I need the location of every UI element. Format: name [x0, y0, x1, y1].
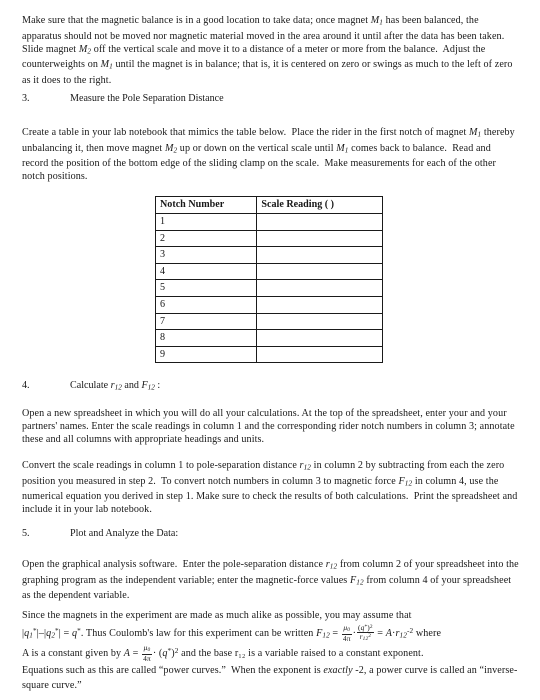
paragraph-intro: Make sure that the magnetic balance is i…	[22, 15, 513, 87]
cell-scale-reading[interactable]	[256, 312, 383, 331]
cell-notch-number: 6	[154, 295, 258, 314]
cell-notch-number: 2	[154, 229, 258, 248]
equation-coulomb-lead: Thus Coulomb's law for this experiment c…	[85, 627, 314, 639]
table-header-row: Notch Number Scale Reading ( )	[154, 196, 383, 214]
cell-notch-number: 8	[154, 329, 258, 347]
section-title-4: Calculate r12 and F12 :	[70, 380, 161, 392]
equation-constant-a: A = μ0 4π · (q*)2	[123, 643, 179, 663]
power-curve-text: Equations such as this are called “power…	[22, 664, 518, 692]
table-header-scale-reading: Scale Reading ( )	[256, 196, 383, 214]
cell-scale-reading[interactable]	[256, 246, 383, 264]
equation-lead-text: Since the magnets in the experiment are …	[22, 610, 412, 621]
equation-coulomb-law: F12 = μ0 4π · (q*)2 r122 = A·r12-2	[316, 622, 414, 643]
table-row: 1	[154, 213, 383, 231]
table-body: 1 2 3 4 5 6 7 8 9	[154, 213, 383, 364]
cell-scale-reading[interactable]	[256, 229, 383, 248]
section-title-5: Plot and Analyze the Data:	[70, 528, 179, 539]
cell-notch-number: 1	[154, 213, 258, 231]
cell-scale-reading[interactable]	[256, 345, 383, 364]
section-heading-4: 4. Calculate r12 and F12 :	[22, 379, 519, 395]
cell-notch-number: 5	[154, 279, 258, 297]
cell-scale-reading[interactable]	[256, 213, 383, 231]
table-header-notch-number: Notch Number	[154, 196, 258, 214]
section-title-3: Measure the Pole Separation Distance	[70, 93, 224, 104]
notch-reading-table: Notch Number Scale Reading ( ) 1 2 3 4 5…	[154, 196, 383, 364]
table-row: 2	[154, 229, 383, 248]
section-number-5: 5.	[22, 528, 30, 539]
cell-notch-number: 4	[154, 262, 258, 281]
cell-scale-reading[interactable]	[256, 279, 383, 297]
paragraph-step3: Create a table in your lab notebook that…	[22, 127, 515, 183]
paragraph-step4-a: Open a new spreadsheet in which you will…	[22, 408, 515, 446]
document-page: Make sure that the magnetic balance is i…	[0, 0, 540, 700]
cell-notch-number: 9	[154, 345, 258, 364]
table-row: 3	[154, 246, 383, 264]
paragraph-step5-a: Open the graphical analysis software. En…	[22, 559, 519, 602]
cell-scale-reading[interactable]	[256, 262, 383, 281]
equation-constant-trail: and the base r₁₂ is a variable raised to…	[181, 647, 424, 659]
table-row: 9	[154, 345, 383, 364]
section-heading-3: 3. Measure the Pole Separation Distance	[22, 92, 519, 105]
cell-scale-reading[interactable]	[256, 295, 383, 314]
table-row: 5	[154, 279, 383, 297]
equation-charge-equality: |q1*|–|q2*| = q*.	[22, 626, 84, 640]
table-row: 7	[154, 312, 383, 331]
paragraph-step5-b: Since the magnets in the experiment are …	[22, 608, 519, 694]
paragraph-step4-b: Convert the scale readings in column 1 t…	[22, 460, 518, 516]
table-row: 6	[154, 295, 383, 314]
table-row: 4	[154, 262, 383, 281]
cell-notch-number: 3	[154, 246, 258, 264]
section-heading-5: 5. Plot and Analyze the Data:	[22, 527, 519, 540]
section-number-3: 3.	[22, 93, 30, 104]
cell-scale-reading[interactable]	[256, 329, 383, 347]
equation-constant-lead: A is a constant given by	[22, 647, 122, 659]
section-number-4: 4.	[22, 380, 30, 391]
table-row: 8	[154, 329, 383, 347]
cell-notch-number: 7	[154, 312, 258, 331]
equation-coulomb-trail: where	[415, 627, 442, 639]
